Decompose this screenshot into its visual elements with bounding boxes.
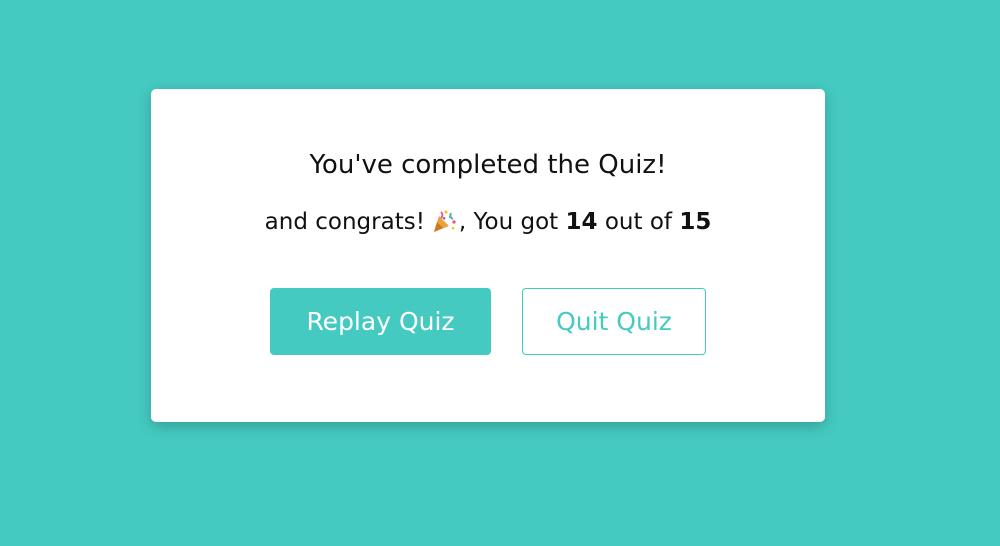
- score-between: out of: [604, 209, 672, 235]
- score-prefix: and congrats!: [264, 209, 425, 235]
- result-buttons: Replay Quiz Quit Quiz: [151, 288, 825, 355]
- replay-quiz-button[interactable]: Replay Quiz: [270, 288, 491, 355]
- score-value: 14: [565, 209, 598, 235]
- party-popper-icon: [431, 208, 457, 234]
- score-total: 15: [679, 209, 712, 235]
- score-middle: , You got: [458, 209, 559, 235]
- quit-quiz-button[interactable]: Quit Quiz: [522, 288, 706, 355]
- page-background: { "colors": { "background": "#44cac1", "…: [0, 0, 1000, 546]
- complete-text: You've completed the Quiz!: [309, 150, 667, 180]
- result-box: You've completed the Quiz! and congrats!…: [151, 89, 825, 422]
- score-text: and congrats! , You got 14 out of 15: [151, 204, 825, 240]
